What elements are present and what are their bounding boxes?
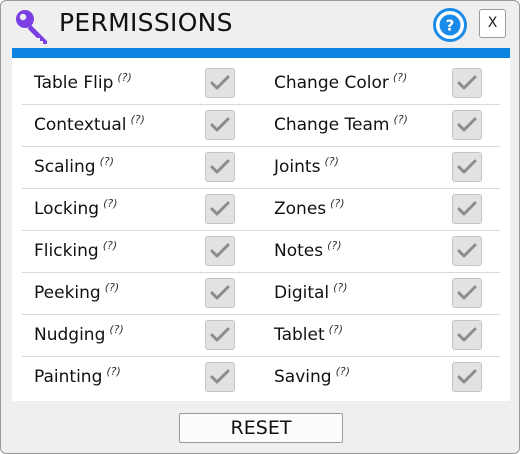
permission-item-tablet: Tablet (?) bbox=[261, 315, 510, 357]
permission-item-saving: Saving (?) bbox=[261, 357, 510, 399]
permission-item-joints: Joints (?) bbox=[261, 147, 510, 189]
permission-checkbox-change-color[interactable] bbox=[452, 68, 482, 98]
permission-label-text: Tablet bbox=[274, 325, 325, 345]
help-icon[interactable]: ? bbox=[433, 8, 467, 42]
permission-checkbox-digital[interactable] bbox=[452, 278, 482, 308]
permission-checkbox-joints[interactable] bbox=[452, 152, 482, 182]
permission-item-peeking: Peeking (?) bbox=[12, 273, 261, 315]
permission-help-hint[interactable]: (?) bbox=[336, 365, 350, 378]
accent-bar bbox=[12, 48, 510, 58]
permission-label: Digital (?) bbox=[274, 273, 348, 315]
permission-help-hint[interactable]: (?) bbox=[329, 323, 343, 336]
permission-item-change-color: Change Color (?) bbox=[261, 63, 510, 105]
permission-label: Contextual (?) bbox=[34, 105, 145, 147]
permission-checkbox-zones[interactable] bbox=[452, 194, 482, 224]
permission-row: Peeking (?) Digital (?) bbox=[12, 273, 510, 315]
permission-checkbox-tablet[interactable] bbox=[452, 320, 482, 350]
permission-label: Flicking (?) bbox=[34, 231, 117, 273]
permission-label: Locking (?) bbox=[34, 189, 117, 231]
permission-checkbox-table-flip[interactable] bbox=[205, 68, 235, 98]
permission-label: Saving (?) bbox=[274, 357, 350, 399]
permission-label-text: Locking bbox=[34, 199, 100, 219]
permission-label-text: Change Color bbox=[274, 73, 389, 93]
permission-help-hint[interactable]: (?) bbox=[393, 113, 407, 126]
permission-help-hint[interactable]: (?) bbox=[393, 71, 407, 84]
permission-checkbox-scaling[interactable] bbox=[205, 152, 235, 182]
permission-label: Tablet (?) bbox=[274, 315, 343, 357]
permissions-dialog: PERMISSIONS ? X Table Flip (?) Change Colo… bbox=[0, 0, 520, 454]
permission-row: Locking (?) Zones (?) bbox=[12, 189, 510, 231]
permission-label: Notes (?) bbox=[274, 231, 342, 273]
title-bar: PERMISSIONS ? X bbox=[1, 1, 519, 47]
permission-item-nudging: Nudging (?) bbox=[12, 315, 261, 357]
permission-label-text: Digital bbox=[274, 283, 330, 303]
permission-item-digital: Digital (?) bbox=[261, 273, 510, 315]
permission-checkbox-flicking[interactable] bbox=[205, 236, 235, 266]
permission-label-text: Joints bbox=[274, 157, 321, 177]
permission-label: Painting (?) bbox=[34, 357, 121, 399]
permission-label-text: Painting bbox=[34, 367, 103, 387]
permission-label-text: Zones bbox=[274, 199, 327, 219]
permission-item-change-team: Change Team (?) bbox=[261, 105, 510, 147]
permission-checkbox-notes[interactable] bbox=[452, 236, 482, 266]
permission-label-text: Notes bbox=[274, 241, 324, 261]
permission-label-text: Peeking bbox=[34, 283, 101, 303]
permissions-panel: Table Flip (?) Change Color (?) Contextual (?… bbox=[12, 58, 510, 401]
permission-label: Table Flip (?) bbox=[34, 63, 132, 105]
permission-item-zones: Zones (?) bbox=[261, 189, 510, 231]
permission-help-hint[interactable]: (?) bbox=[100, 155, 114, 168]
permission-label: Nudging (?) bbox=[34, 315, 124, 357]
permission-label-text: Flicking bbox=[34, 241, 99, 261]
permission-help-hint[interactable]: (?) bbox=[103, 239, 117, 252]
permission-checkbox-saving[interactable] bbox=[452, 362, 482, 392]
permission-label-text: Contextual bbox=[34, 115, 127, 135]
permission-help-hint[interactable]: (?) bbox=[330, 197, 344, 210]
permission-help-hint[interactable]: (?) bbox=[131, 113, 145, 126]
permission-label-text: Table Flip bbox=[34, 73, 114, 93]
permission-label: Change Color (?) bbox=[274, 63, 407, 105]
permission-help-hint[interactable]: (?) bbox=[333, 281, 347, 294]
permission-checkbox-painting[interactable] bbox=[205, 362, 235, 392]
permission-row: Table Flip (?) Change Color (?) bbox=[12, 63, 510, 105]
reset-button[interactable]: RESET bbox=[179, 413, 343, 443]
permission-checkbox-locking[interactable] bbox=[205, 194, 235, 224]
permission-checkbox-change-team[interactable] bbox=[452, 110, 482, 140]
permission-checkbox-nudging[interactable] bbox=[205, 320, 235, 350]
permission-item-notes: Notes (?) bbox=[261, 231, 510, 273]
key-icon bbox=[16, 10, 47, 44]
permission-help-hint[interactable]: (?) bbox=[327, 239, 341, 252]
permission-item-scaling: Scaling (?) bbox=[12, 147, 261, 189]
permission-label: Zones (?) bbox=[274, 189, 345, 231]
svg-text:?: ? bbox=[446, 17, 455, 35]
permission-checkbox-contextual[interactable] bbox=[205, 110, 235, 140]
permission-label-text: Nudging bbox=[34, 325, 106, 345]
permission-row: Painting (?) Saving (?) bbox=[12, 357, 510, 399]
permission-help-hint[interactable]: (?) bbox=[117, 71, 131, 84]
permission-help-hint[interactable]: (?) bbox=[105, 281, 119, 294]
permission-item-table-flip: Table Flip (?) bbox=[12, 63, 261, 105]
permission-help-hint[interactable]: (?) bbox=[106, 365, 120, 378]
permission-item-contextual: Contextual (?) bbox=[12, 105, 261, 147]
permission-help-hint[interactable]: (?) bbox=[324, 155, 338, 168]
permission-help-hint[interactable]: (?) bbox=[109, 323, 123, 336]
permission-item-painting: Painting (?) bbox=[12, 357, 261, 399]
dialog-title: PERMISSIONS bbox=[59, 8, 233, 37]
permission-row: Flicking (?) Notes (?) bbox=[12, 231, 510, 273]
permission-row: Scaling (?) Joints (?) bbox=[12, 147, 510, 189]
permission-label: Peeking (?) bbox=[34, 273, 119, 315]
permission-label: Joints (?) bbox=[274, 147, 339, 189]
permission-row: Nudging (?) Tablet (?) bbox=[12, 315, 510, 357]
permission-label: Change Team (?) bbox=[274, 105, 408, 147]
permission-help-hint[interactable]: (?) bbox=[103, 197, 117, 210]
permission-row: Contextual (?) Change Team (?) bbox=[12, 105, 510, 147]
permission-item-flicking: Flicking (?) bbox=[12, 231, 261, 273]
permission-label: Scaling (?) bbox=[34, 147, 114, 189]
permission-label-text: Change Team bbox=[274, 115, 390, 135]
permission-checkbox-peeking[interactable] bbox=[205, 278, 235, 308]
permission-item-locking: Locking (?) bbox=[12, 189, 261, 231]
permission-label-text: Scaling bbox=[34, 157, 96, 177]
close-button[interactable]: X bbox=[479, 9, 506, 38]
permission-label-text: Saving bbox=[274, 367, 332, 387]
